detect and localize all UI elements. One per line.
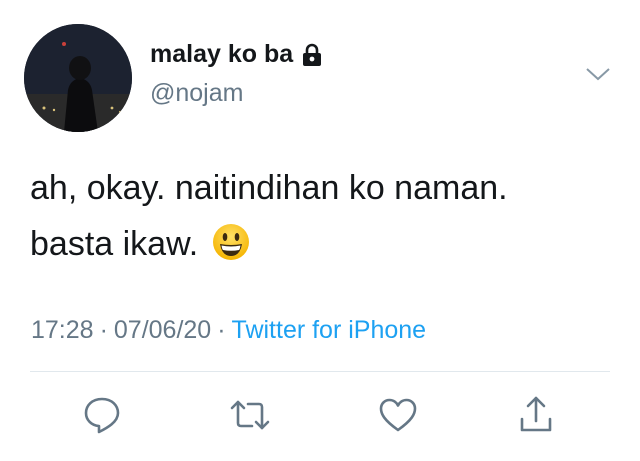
tweet-time: 17:28 [31,316,94,344]
tweet-source-link[interactable]: Twitter for iPhone [232,316,427,344]
tweet-line: basta ikaw. [30,225,199,263]
tweet-date: 07/06/20 [113,316,212,344]
display-name[interactable]: malay ko ba [150,40,323,69]
chevron-down-icon[interactable] [584,64,612,84]
divider [30,371,610,372]
display-name-text: malay ko ba [150,40,294,68]
separator: · [99,316,108,344]
like-icon[interactable] [376,393,420,437]
avatar[interactable] [24,24,132,132]
share-icon[interactable] [514,393,558,437]
tweet-line-with-emoji: basta ikaw. [30,216,620,272]
tweet-text: ah, okay. naitindihan ko naman. basta ik… [30,160,620,272]
avatar-image [24,24,132,132]
reply-icon[interactable] [80,393,124,437]
retweet-icon[interactable] [228,393,272,437]
grinning-face-emoji-icon [212,222,250,260]
tweet-line: ah, okay. naitindihan ko naman. [30,169,508,207]
action-bar [0,393,640,437]
user-handle[interactable]: @nojam [150,79,243,108]
tweet-metadata: 17:28 · 07/06/20 · Twitter for iPhone [31,316,426,345]
separator: · [217,316,226,344]
lock-icon [301,43,323,67]
